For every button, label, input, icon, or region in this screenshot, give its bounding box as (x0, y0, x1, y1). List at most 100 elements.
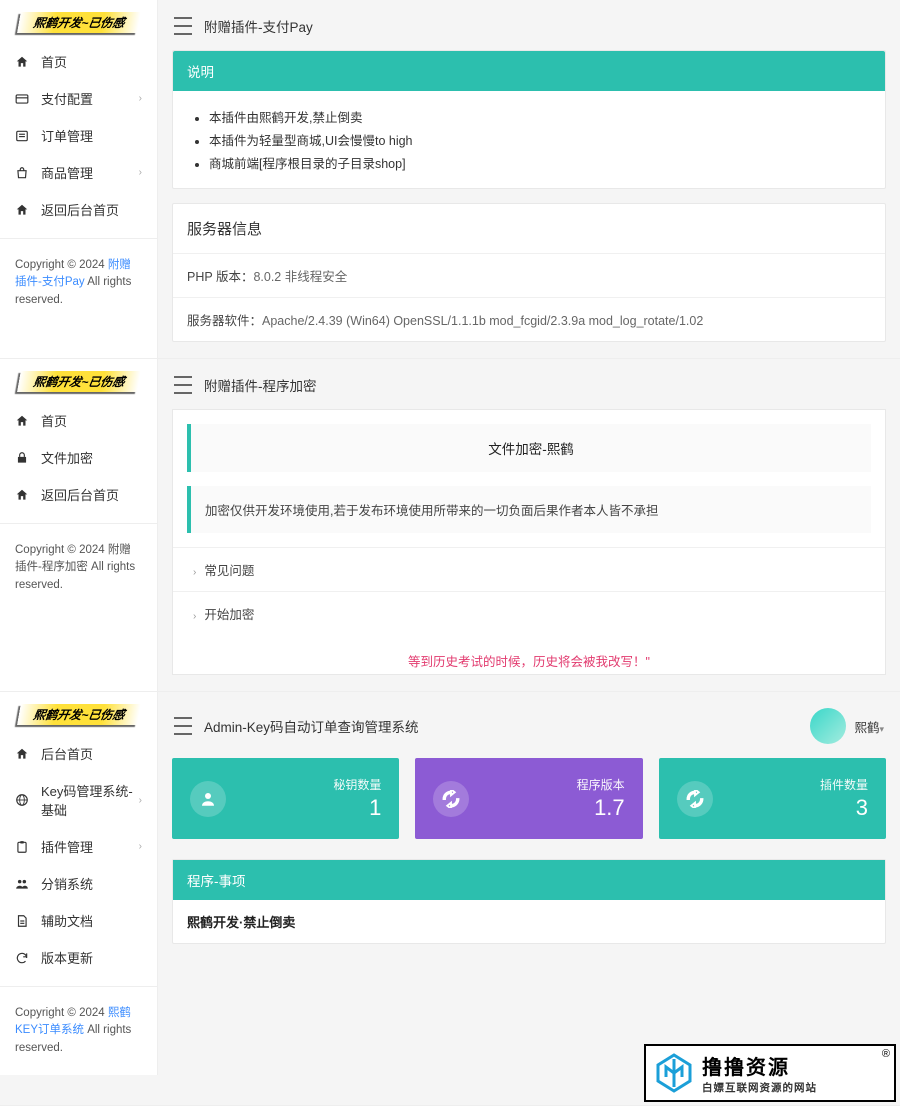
home-icon (15, 414, 29, 428)
card-icon (15, 92, 29, 106)
clipboard-icon (15, 840, 29, 854)
sidebar-item-1[interactable]: 文件加密 (0, 439, 157, 476)
menu-toggle-icon[interactable] (174, 376, 192, 394)
sidebar-item-3[interactable]: 商品管理 › (0, 154, 157, 191)
chevron-right-icon: › (193, 567, 196, 578)
project-panel-header: 程序-事项 (173, 860, 885, 900)
chevron-right-icon: › (139, 795, 142, 806)
page-title: Admin-Key码自动订单查询管理系统 (204, 716, 419, 736)
stats-row: 秘钥数量1程序版本1.7插件数量3 (172, 758, 886, 839)
sidebar-item-4[interactable]: 辅助文档 (0, 902, 157, 939)
sidebar-item-label: 分销系统 (41, 874, 93, 893)
sidebar-item-4[interactable]: 返回后台首页 (0, 191, 157, 228)
watermark: 撸撸资源 白嫖互联网资源的网站 ® (644, 1044, 896, 1102)
project-panel: 程序-事项 熙鹤开发·禁止倒卖 (172, 859, 886, 944)
user-menu[interactable]: 熙鹤▾ (810, 708, 884, 744)
refresh-icon (15, 951, 29, 965)
server-info-panel: 服务器信息 PHP 版本：8.0.2 非线程安全服务器软件：Apache/2.4… (172, 203, 886, 342)
sidebar-item-label: 文件加密 (41, 448, 93, 467)
home-icon (15, 747, 29, 761)
sidebar-item-label: 首页 (41, 411, 67, 430)
sidebar-item-label: 支付配置 (41, 89, 93, 108)
loop-icon (433, 781, 469, 817)
doc-icon (15, 914, 29, 928)
user-name: 熙鹤▾ (854, 717, 884, 736)
accordion-row[interactable]: ›常见问题 (173, 547, 885, 591)
globe-icon (15, 793, 29, 807)
server-info-row: 服务器软件：Apache/2.4.39 (Win64) OpenSSL/1.1.… (173, 297, 885, 341)
sidebar-item-label: 后台首页 (41, 744, 93, 763)
sidebar-item-label: 版本更新 (41, 948, 93, 967)
sidebar-item-label: 订单管理 (41, 126, 93, 145)
stat-card[interactable]: 程序版本1.7 (415, 758, 642, 839)
home-icon (15, 488, 29, 502)
menu-toggle-icon[interactable] (174, 17, 192, 35)
brand-badge: 熙鹤开发~已伤感 (17, 704, 141, 725)
sidebar-item-label: 商品管理 (41, 163, 93, 182)
watermark-title: 撸撸资源 (702, 1051, 817, 1080)
info-panel-header: 说明 (173, 51, 885, 91)
section-encrypt: 熙鹤开发~已伤感 首页文件加密返回后台首页 Copyright © 2024 附… (0, 359, 900, 692)
sidebar-item-5[interactable]: 版本更新 (0, 939, 157, 976)
topbar: 附赠插件-程序加密 (172, 369, 886, 409)
stat-card[interactable]: 秘钥数量1 (172, 758, 399, 839)
sidebar-pay: 熙鹤开发~已伤感 首页支付配置 › 订单管理商品管理 › 返回后台首页 Copyrigh… (0, 0, 158, 358)
sidebar-item-2[interactable]: 插件管理 › (0, 828, 157, 865)
main-pay: 附赠插件-支付Pay 说明 本插件由熙鹤开发,禁止倒卖本插件为轻量型商城,UI会… (158, 0, 900, 358)
page-title: 附赠插件-程序加密 (204, 375, 317, 395)
info-list-item: 商城前端[程序根目录的子目录shop] (209, 151, 871, 174)
copyright: Copyright © 2024 熙鹤KEY订单系统 All rights re… (0, 986, 157, 1075)
project-panel-body: 熙鹤开发·禁止倒卖 (173, 900, 885, 943)
sidebar-item-0[interactable]: 后台首页 (0, 735, 157, 772)
home-icon (15, 203, 29, 217)
accordion-row[interactable]: ›开始加密 (173, 591, 885, 635)
sidebar-admin: 熙鹤开发~已伤感 后台首页 Key码管理系统-基础› 插件管理 › 分销系统辅助文档版本… (0, 692, 158, 1075)
info-list-item: 本插件为轻量型商城,UI会慢慢to high (209, 128, 871, 151)
sidebar-item-1[interactable]: 支付配置 › (0, 80, 157, 117)
menu-toggle-icon[interactable] (174, 717, 192, 735)
page-title: 附赠插件-支付Pay (204, 16, 313, 36)
file-encrypt-panel: 文件加密-熙鹤 加密仅供开发环境使用,若于发布环境使用所带来的一切负面后果作者本… (172, 409, 886, 675)
brand-badge: 熙鹤开发~已伤感 (17, 12, 141, 33)
sidebar-item-0[interactable]: 首页 (0, 402, 157, 439)
section-pay: 熙鹤开发~已伤感 首页支付配置 › 订单管理商品管理 › 返回后台首页 Copyrigh… (0, 0, 900, 359)
main-encrypt: 附赠插件-程序加密 文件加密-熙鹤 加密仅供开发环境使用,若于发布环境使用所带来… (158, 359, 900, 691)
brand-badge: 熙鹤开发~已伤感 (17, 371, 141, 392)
stat-card[interactable]: 插件数量3 (659, 758, 886, 839)
users-icon (15, 877, 29, 891)
sidebar-item-1[interactable]: Key码管理系统-基础› (0, 772, 157, 828)
stat-label: 秘钥数量 (240, 776, 381, 793)
sidebar-item-label: 插件管理 (41, 837, 93, 856)
sidebar-encrypt: 熙鹤开发~已伤感 首页文件加密返回后台首页 Copyright © 2024 附… (0, 359, 158, 691)
info-list-item: 本插件由熙鹤开发,禁止倒卖 (209, 105, 871, 128)
sidebar-item-2[interactable]: 订单管理 (0, 117, 157, 154)
sidebar-item-2[interactable]: 返回后台首页 (0, 476, 157, 513)
watermark-r: ® (882, 1048, 890, 1060)
file-encrypt-quote: 等到历史考试的时候，历史将会被我改写！" (173, 635, 885, 674)
person-icon (190, 781, 226, 817)
home-icon (15, 55, 29, 69)
loop-icon (677, 781, 713, 817)
avatar (810, 708, 846, 744)
sidebar-item-0[interactable]: 首页 (0, 43, 157, 80)
topbar: Admin-Key码自动订单查询管理系统 熙鹤▾ (172, 702, 886, 758)
list-icon (15, 129, 29, 143)
sidebar-item-label: 首页 (41, 52, 67, 71)
chevron-right-icon: › (193, 611, 196, 622)
lock-icon (15, 451, 29, 465)
file-encrypt-title: 文件加密-熙鹤 (187, 424, 871, 472)
topbar: 附赠插件-支付Pay (172, 10, 886, 50)
stat-value: 3 (727, 795, 868, 821)
file-encrypt-warning: 加密仅供开发环境使用,若于发布环境使用所带来的一切负面后果作者本人皆不承担 (187, 486, 871, 533)
chevron-right-icon: › (139, 841, 142, 852)
watermark-subtitle: 白嫖互联网资源的网站 (702, 1080, 817, 1095)
server-info-row: PHP 版本：8.0.2 非线程安全 (173, 253, 885, 297)
stat-value: 1.7 (483, 795, 624, 821)
info-panel: 说明 本插件由熙鹤开发,禁止倒卖本插件为轻量型商城,UI会慢慢to high商城… (172, 50, 886, 189)
bag-icon (15, 166, 29, 180)
sidebar-item-3[interactable]: 分销系统 (0, 865, 157, 902)
chevron-right-icon: › (139, 93, 142, 104)
sidebar-item-label: 返回后台首页 (41, 200, 119, 219)
chevron-right-icon: › (139, 167, 142, 178)
copyright: Copyright © 2024 附赠插件-支付Pay All rights r… (0, 238, 157, 327)
